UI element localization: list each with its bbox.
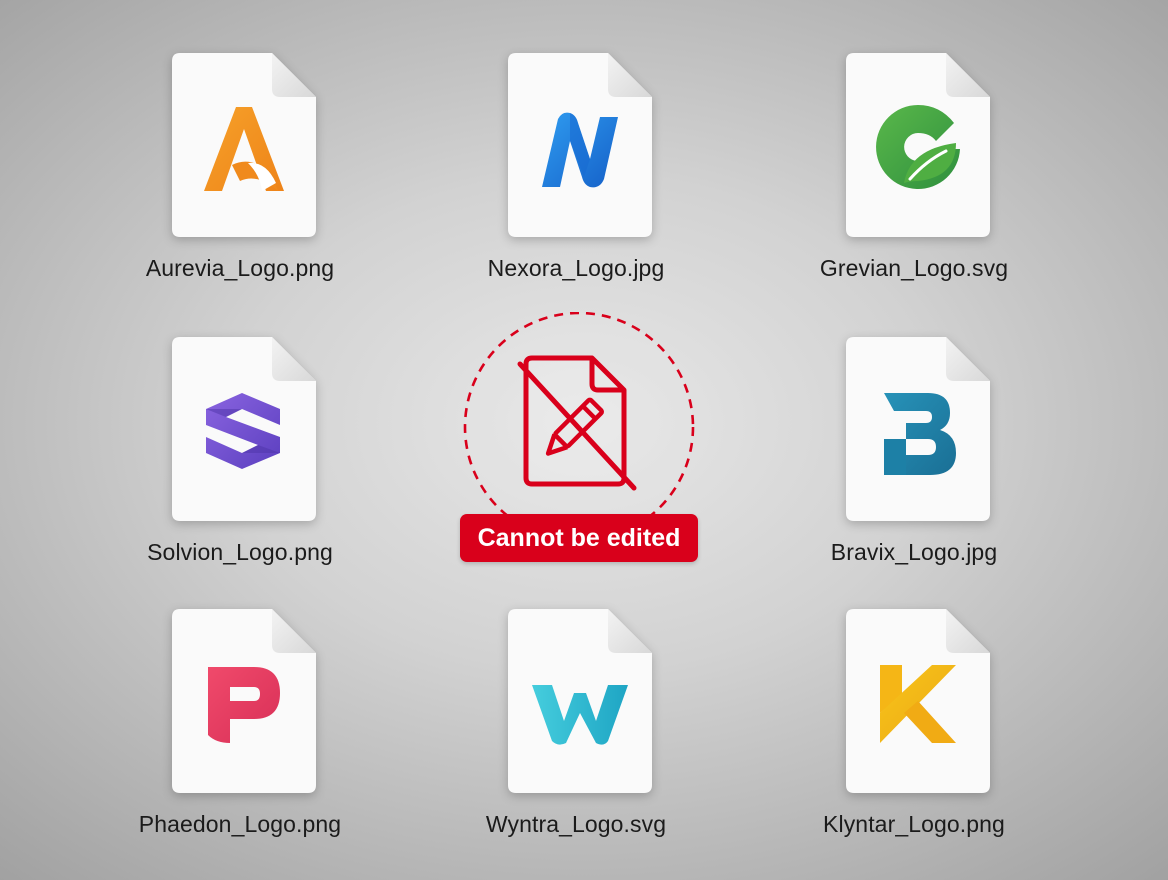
- file-name: Grevian_Logo.svg: [819, 255, 1009, 281]
- phaedon-p-logo-icon: [196, 655, 292, 751]
- file-name: Wyntra_Logo.svg: [485, 811, 667, 837]
- nexora-n-logo-icon: [532, 99, 628, 195]
- klyntar-k-logo-icon: [870, 655, 966, 751]
- bravix-b-logo-icon: [870, 383, 966, 479]
- document-icon: [172, 53, 316, 237]
- document-icon: [508, 609, 652, 793]
- file-name: Bravix_Logo.jpg: [830, 539, 998, 565]
- document-icon: [846, 337, 990, 521]
- document-icon: [172, 609, 316, 793]
- document-icon: [846, 53, 990, 237]
- file-name: Aurevia_Logo.png: [145, 255, 335, 281]
- solvion-s-logo-icon: [196, 383, 292, 479]
- no-edit-file-icon: [463, 312, 695, 543]
- grevian-g-leaf-logo-icon: [870, 99, 966, 195]
- document-icon: [508, 53, 652, 237]
- file-name: Nexora_Logo.jpg: [487, 255, 665, 281]
- blocked-file-item[interactable]: Cannot be edited: [456, 310, 702, 562]
- file-name: Solvion_Logo.png: [147, 539, 333, 565]
- file-grid: Aurevia_Logo.png Nexora_Logo.jpg Grevian…: [0, 0, 1168, 880]
- cannot-edit-badge: Cannot be edited: [460, 514, 698, 562]
- aurevia-a-logo-icon: [196, 99, 292, 195]
- file-name: Phaedon_Logo.png: [138, 811, 342, 837]
- document-icon: [846, 609, 990, 793]
- wyntra-w-logo-icon: [532, 655, 628, 751]
- document-icon: [172, 337, 316, 521]
- file-name: Klyntar_Logo.png: [823, 811, 1005, 837]
